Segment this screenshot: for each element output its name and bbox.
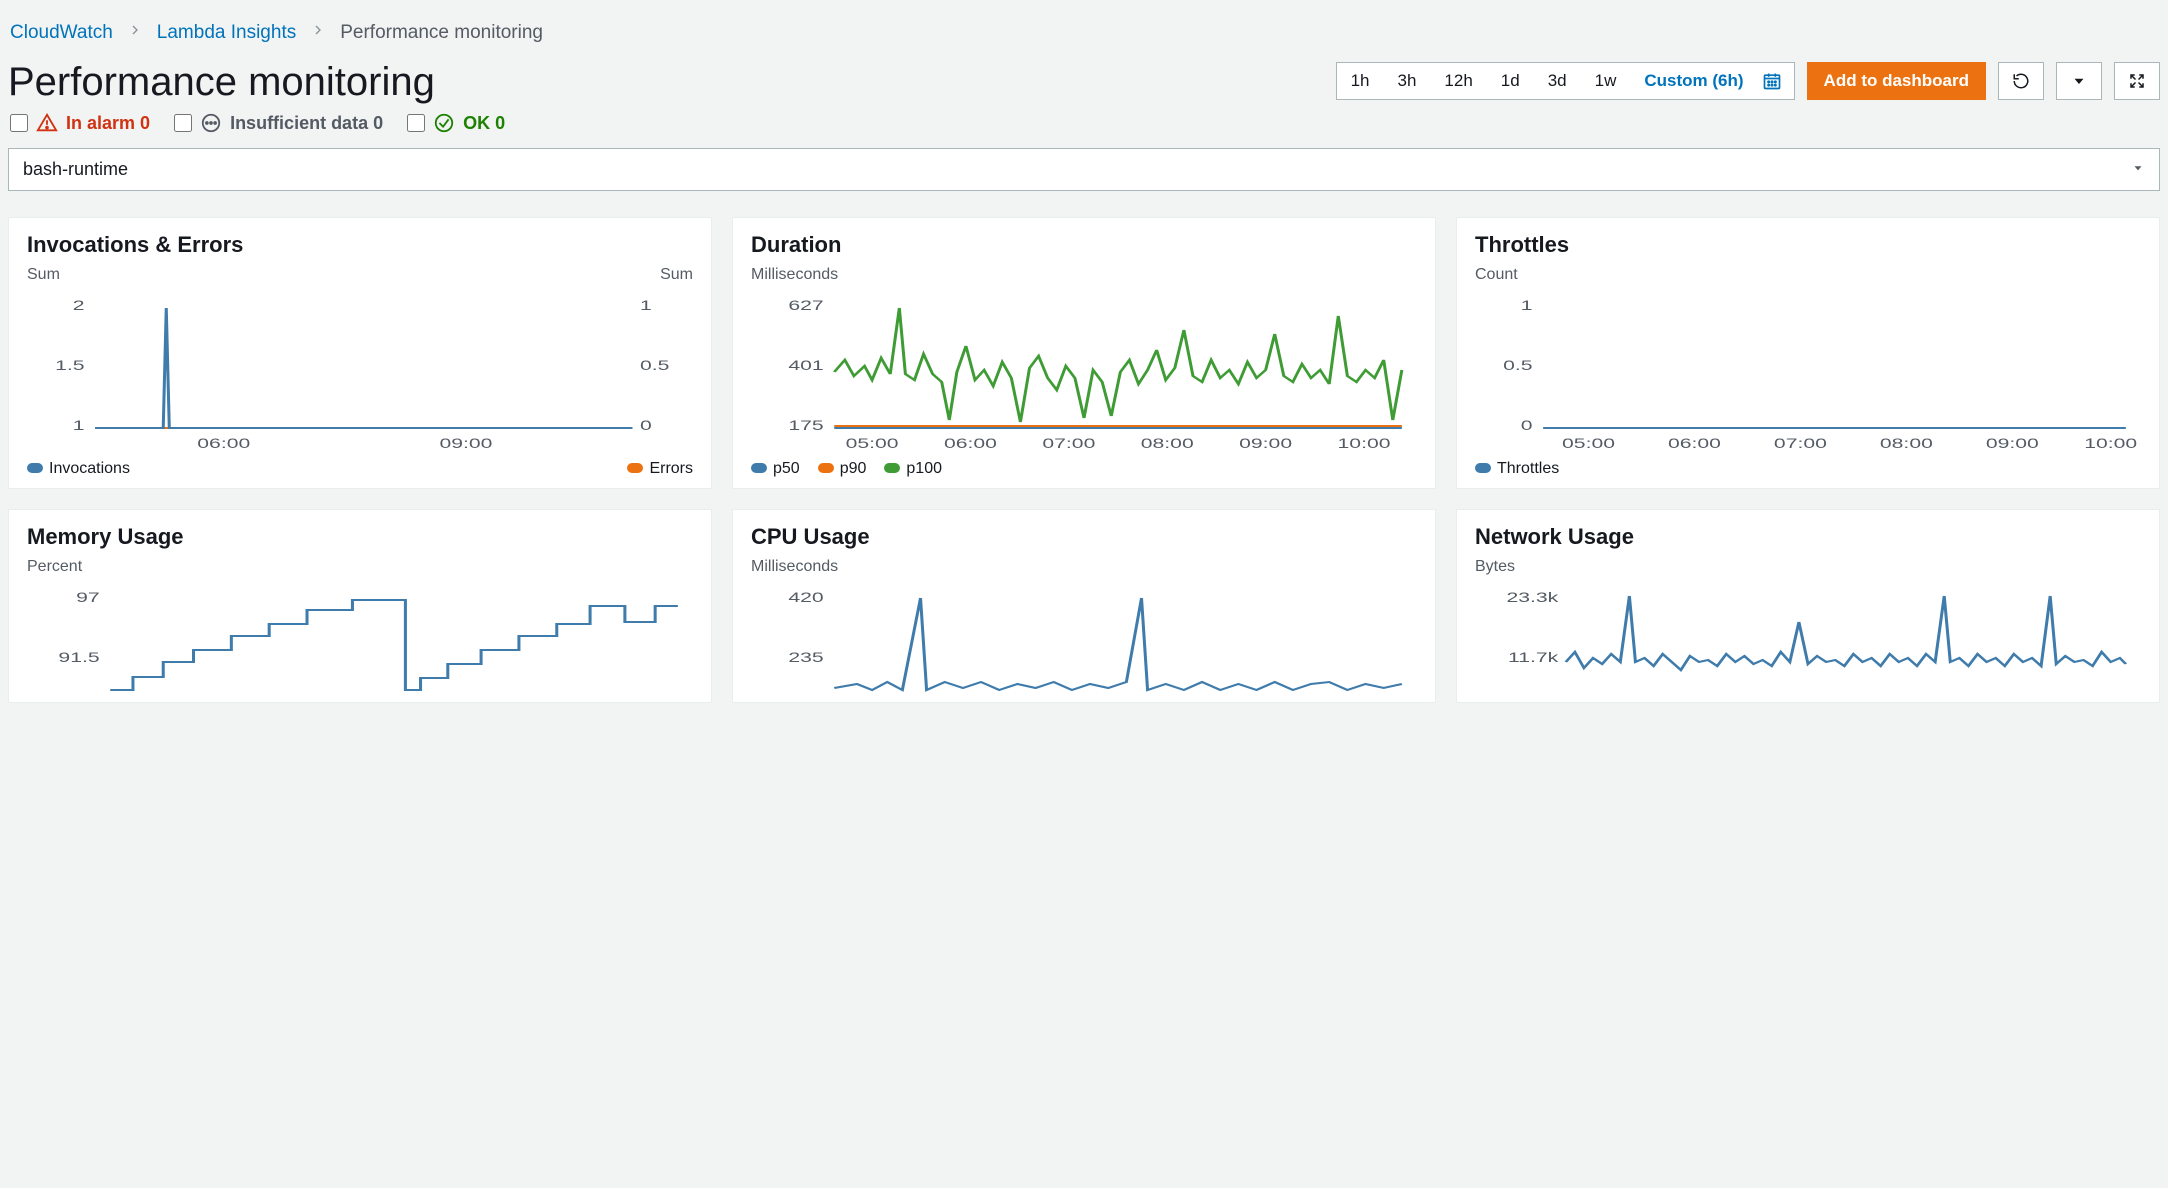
refresh-options-button[interactable] [2056,62,2102,100]
refresh-button[interactable] [1998,62,2044,100]
svg-text:1.5: 1.5 [55,358,84,374]
widget-memory-usage: Memory Usage Percent 97 91.5 [8,509,712,703]
in-alarm-label: In alarm 0 [66,113,150,134]
svg-text:627: 627 [788,298,823,314]
widget-invocations-errors: Invocations & Errors Sum Sum 2 1.5 1 1 0… [8,217,712,489]
y-left-label: Milliseconds [751,558,838,576]
ok-label: OK 0 [463,113,505,134]
y-left-label: Bytes [1475,558,1515,576]
caret-down-icon [2070,72,2088,90]
svg-text:07:00: 07:00 [1774,436,1827,452]
svg-text:06:00: 06:00 [944,436,997,452]
chart-invocations[interactable]: 2 1.5 1 1 0.5 0 06:00 09:00 [27,290,693,450]
page-title: Performance monitoring [8,62,435,102]
svg-text:0.5: 0.5 [1503,358,1532,374]
svg-text:97: 97 [76,590,100,606]
widget-title: Duration [751,232,1417,258]
svg-text:0: 0 [1521,418,1533,434]
time-option-1d[interactable]: 1d [1487,63,1534,99]
y-left-label: Percent [27,558,82,576]
insufficient-label: Insufficient data 0 [230,113,383,134]
svg-text:23.3k: 23.3k [1506,590,1558,606]
svg-text:1: 1 [640,298,652,314]
function-select-value: bash-runtime [23,159,128,180]
widget-network-usage: Network Usage Bytes 23.3k 11.7k [1456,509,2160,703]
chart-duration[interactable]: 627 401 175 05:00 06:00 07:00 08:00 09:0… [751,290,1417,450]
expand-icon [2128,72,2146,90]
time-option-3h[interactable]: 3h [1384,63,1431,99]
svg-text:1: 1 [73,418,85,434]
widget-title: Throttles [1475,232,2141,258]
widget-title: Invocations & Errors [27,232,693,258]
svg-text:05:00: 05:00 [1562,436,1615,452]
legend-throttles[interactable]: Throttles [1475,460,1559,478]
y-left-label: Count [1475,266,1518,284]
widget-duration: Duration Milliseconds 627 401 175 05:00 … [732,217,1436,489]
widget-title: Network Usage [1475,524,2141,550]
legend-p90[interactable]: p90 [818,460,867,478]
chart-memory[interactable]: 97 91.5 [27,582,693,692]
svg-text:08:00: 08:00 [1141,436,1194,452]
svg-text:10:00: 10:00 [1338,436,1391,452]
widget-throttles: Throttles Count 1 0.5 0 05:00 06:00 07:0… [1456,217,2160,489]
fullscreen-button[interactable] [2114,62,2160,100]
svg-text:06:00: 06:00 [1668,436,1721,452]
y-left-label: Milliseconds [751,266,838,284]
legend-errors[interactable]: Errors [627,460,693,478]
y-left-label: Sum [27,266,60,284]
chevron-right-icon [127,22,143,44]
widget-title: Memory Usage [27,524,693,550]
time-option-12h[interactable]: 12h [1430,63,1486,99]
legend-p50[interactable]: p50 [751,460,800,478]
insufficient-circle-icon [200,112,222,134]
widget-cpu-usage: CPU Usage Milliseconds 420 235 [732,509,1436,703]
y-right-label: Sum [660,266,693,284]
svg-text:2: 2 [73,298,85,314]
svg-text:08:00: 08:00 [1880,436,1933,452]
caret-down-icon [2131,159,2145,180]
ok-checkbox[interactable] [407,114,425,132]
svg-text:09:00: 09:00 [1239,436,1292,452]
svg-text:420: 420 [788,590,823,606]
chart-network[interactable]: 23.3k 11.7k [1475,582,2141,692]
svg-text:175: 175 [788,418,823,434]
svg-text:09:00: 09:00 [1986,436,2039,452]
chart-throttles[interactable]: 1 0.5 0 05:00 06:00 07:00 08:00 09:00 10… [1475,290,2141,450]
svg-text:07:00: 07:00 [1042,436,1095,452]
chart-cpu[interactable]: 420 235 [751,582,1417,692]
svg-text:11.7k: 11.7k [1508,650,1558,666]
add-to-dashboard-button[interactable]: Add to dashboard [1807,62,1986,100]
svg-text:1: 1 [1521,298,1533,314]
alarm-status-filters: In alarm 0 Insufficient data 0 OK 0 [10,112,2160,134]
legend-p100[interactable]: p100 [884,460,942,478]
svg-text:06:00: 06:00 [197,436,250,452]
breadcrumb-cloudwatch[interactable]: CloudWatch [10,22,113,44]
time-option-3d[interactable]: 3d [1534,63,1581,99]
svg-text:235: 235 [788,650,823,666]
insufficient-checkbox[interactable] [174,114,192,132]
svg-text:10:00: 10:00 [2084,436,2137,452]
breadcrumb-lambda-insights[interactable]: Lambda Insights [157,22,296,44]
time-option-1w[interactable]: 1w [1581,63,1631,99]
svg-text:0.5: 0.5 [640,358,669,374]
svg-text:401: 401 [788,358,823,374]
calendar-icon[interactable] [1758,63,1794,99]
widget-title: CPU Usage [751,524,1417,550]
in-alarm-checkbox[interactable] [10,114,28,132]
svg-text:91.5: 91.5 [58,650,99,666]
legend-invocations[interactable]: Invocations [27,460,130,478]
alarm-triangle-icon [36,112,58,134]
chevron-right-icon [310,22,326,44]
refresh-icon [2012,72,2030,90]
breadcrumb-current: Performance monitoring [340,22,543,44]
ok-check-icon [433,112,455,134]
svg-text:05:00: 05:00 [846,436,899,452]
time-range-picker: 1h 3h 12h 1d 3d 1w Custom (6h) [1336,62,1795,100]
time-option-custom[interactable]: Custom (6h) [1630,63,1757,99]
breadcrumb: CloudWatch Lambda Insights Performance m… [8,10,2160,62]
time-option-1h[interactable]: 1h [1337,63,1384,99]
svg-text:0: 0 [640,418,652,434]
function-select[interactable]: bash-runtime [8,148,2160,191]
svg-text:09:00: 09:00 [439,436,492,452]
